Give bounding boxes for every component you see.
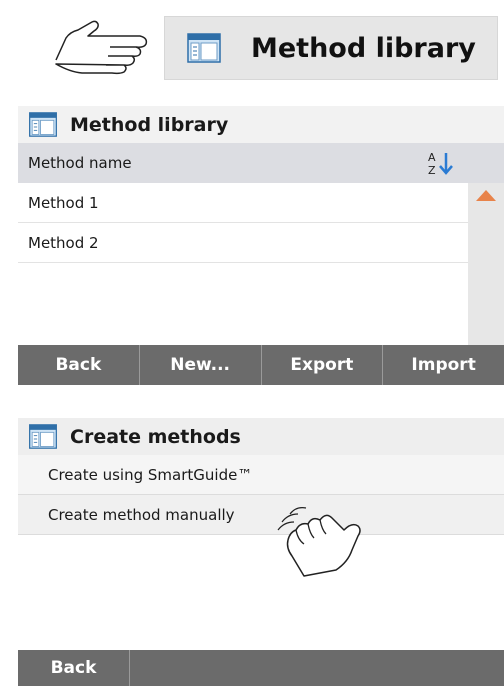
import-button[interactable]: Import: [382, 345, 504, 385]
method-name: Method 2: [28, 233, 99, 252]
tapping-hand-icon: [277, 507, 361, 577]
method-library-icon: [29, 424, 57, 449]
list-empty-area: [18, 263, 468, 345]
new-button[interactable]: New...: [138, 345, 261, 385]
scroll-up-icon[interactable]: [476, 190, 496, 201]
create-methods-button-bar: Back: [18, 650, 504, 686]
column-header-method-name[interactable]: Method name A Z: [18, 143, 468, 183]
back-button[interactable]: Back: [18, 345, 139, 385]
method-library-key-label: Method library: [251, 32, 476, 64]
option-label: Create method manually: [48, 505, 235, 524]
method-library-icon: [29, 112, 57, 137]
create-methods-title-bar: Create methods: [18, 418, 504, 455]
page-title: Method library: [70, 113, 229, 136]
method-library-key[interactable]: Method library: [164, 16, 498, 80]
pointing-hand-icon: [55, 20, 148, 75]
method-library-button-bar: Back New... Export Import: [18, 345, 504, 385]
list-item[interactable]: Method 2: [18, 223, 468, 263]
scrollbar[interactable]: [468, 183, 504, 345]
list-item[interactable]: Method 1: [18, 183, 468, 223]
option-label: Create using SmartGuide™: [48, 465, 253, 484]
option-create-manually[interactable]: Create method manually: [18, 495, 504, 535]
page-title: Create methods: [70, 425, 241, 448]
scrollbar-header: [468, 143, 504, 183]
option-smartguide[interactable]: Create using SmartGuide™: [18, 455, 504, 495]
method-library-icon: [187, 33, 221, 63]
method-library-title-bar: Method library: [18, 106, 504, 143]
column-header-label: Method name: [28, 154, 132, 172]
svg-text:Z: Z: [428, 164, 436, 177]
sort-az-icon[interactable]: A Z: [426, 149, 456, 177]
method-name: Method 1: [28, 193, 99, 212]
back-button[interactable]: Back: [18, 650, 130, 686]
export-button[interactable]: Export: [260, 345, 383, 385]
svg-text:A: A: [428, 151, 436, 164]
